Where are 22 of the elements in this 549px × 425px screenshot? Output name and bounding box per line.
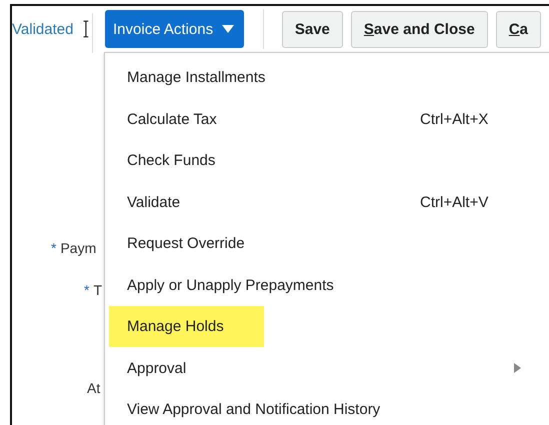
menu-item[interactable]: Manage Holds [105, 306, 549, 348]
required-mark: * [84, 282, 90, 298]
toolbar-button[interactable]: Save [282, 10, 343, 48]
toolbar-button[interactable]: Save and Close [350, 10, 488, 48]
field-label: T [93, 282, 102, 298]
invoice-actions-button[interactable]: Invoice Actions [105, 10, 244, 48]
field-label: Paym [60, 240, 96, 256]
submenu-arrow-icon [514, 363, 521, 374]
menu-item[interactable]: Approval [105, 348, 549, 389]
menu-item[interactable]: Calculate Tax Ctrl+Alt+X [105, 98, 549, 140]
menu-item[interactable]: Request Override [105, 223, 549, 264]
status-link[interactable]: Validated [12, 20, 74, 38]
text-cursor-icon [82, 18, 90, 40]
required-mark: * [51, 240, 56, 256]
menu-item[interactable]: Check Funds [105, 140, 549, 182]
menu-item[interactable]: Validate Ctrl+Alt+V [105, 182, 549, 223]
menu-item[interactable]: Apply or Unapply Prepayments [105, 264, 549, 306]
menu-item[interactable]: View Approval and Notification History [105, 389, 549, 425]
toolbar-button[interactable]: Ca [496, 10, 541, 48]
caret-icon [222, 25, 234, 33]
field-label: At [87, 380, 100, 396]
menu-item[interactable]: Manage Installments [105, 57, 549, 98]
